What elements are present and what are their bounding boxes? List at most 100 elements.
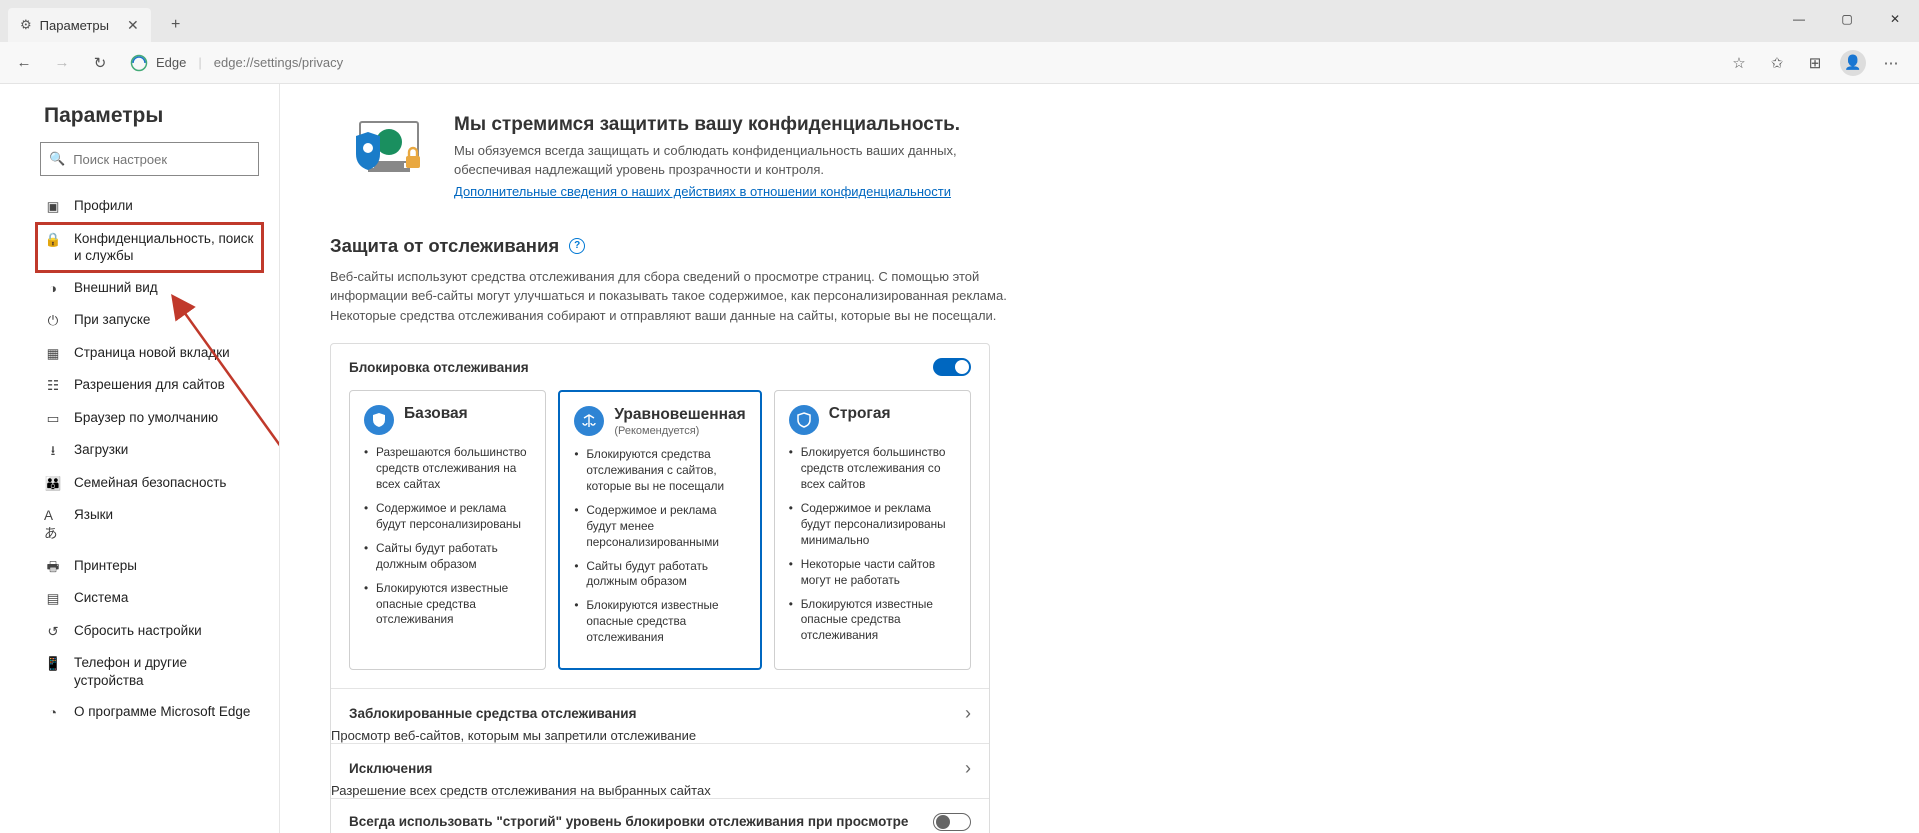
card-bullet: Блокируется большинство средств отслежив…	[789, 445, 956, 493]
balance-icon	[574, 406, 604, 436]
card-subtitle: (Рекомендуется)	[614, 425, 745, 437]
profile-avatar[interactable]: 👤	[1835, 45, 1871, 81]
privacy-intro: Мы стремимся защитить вашу конфиденциаль…	[330, 114, 1869, 199]
row-title: Заблокированные средства отслеживания	[349, 706, 636, 721]
sidebar-item-printers[interactable]: 🖶 Принтеры	[36, 550, 263, 583]
refresh-button[interactable]: ↻	[82, 45, 118, 81]
row-title: Исключения	[349, 761, 432, 776]
tracking-section-desc: Веб-сайты используют средства отслеживан…	[330, 267, 1010, 326]
close-tab-icon[interactable]: ✕	[127, 17, 139, 34]
card-bullet: Некоторые части сайтов могут не работать	[789, 557, 956, 589]
sidebar-item-languages[interactable]: Aあ Языки	[36, 499, 263, 549]
card-bullet: Блокируются известные опасные средства о…	[364, 581, 531, 629]
strict-inprivate-row: Всегда использовать "строгий" уровень бл…	[331, 798, 989, 833]
sidebar-item-system[interactable]: ▤ Система	[36, 582, 263, 615]
profile-icon: ▣	[44, 198, 62, 216]
settings-search[interactable]: 🔍	[40, 142, 259, 176]
sidebar-item-startup[interactable]: ⏻ При запуске	[36, 304, 263, 337]
appearance-icon: ◑	[44, 280, 62, 298]
new-tab-button[interactable]: +	[159, 8, 193, 42]
more-menu-button[interactable]: ⋯	[1873, 45, 1909, 81]
sidebar-item-label: При запуске	[74, 311, 150, 329]
minimize-button[interactable]: —	[1775, 0, 1823, 38]
sidebar-item-label: Разрешения для сайтов	[74, 376, 225, 394]
edge-small-icon: ◔	[44, 704, 62, 722]
sidebar-item-label: Семейная безопасность	[74, 474, 226, 492]
favorites-icon[interactable]: ✩	[1759, 45, 1795, 81]
intro-desc: Мы обязуемся всегда защищать и соблюдать…	[454, 142, 1014, 180]
sidebar-item-default-browser[interactable]: ▭ Браузер по умолчанию	[36, 402, 263, 435]
row-text: Всегда использовать "строгий" уровень бл…	[349, 813, 909, 833]
permissions-icon: ☷	[44, 377, 62, 395]
sidebar-item-newtab[interactable]: ▦ Страница новой вкладки	[36, 337, 263, 370]
download-icon: ⭳	[44, 442, 62, 460]
card-bullet: Сайты будут работать должным образом	[364, 541, 531, 573]
tracking-card-strict[interactable]: Строгая Блокируется большинство средств …	[774, 390, 971, 670]
tab-title: Параметры	[40, 18, 109, 33]
sidebar-item-label: Загрузки	[74, 441, 128, 459]
close-window-button[interactable]: ✕	[1871, 0, 1919, 38]
language-icon: Aあ	[44, 507, 62, 542]
tracking-toggle[interactable]	[933, 358, 971, 376]
sidebar-item-label: Страница новой вкладки	[74, 344, 230, 362]
card-bullet: Сайты будут работать должным образом	[574, 559, 745, 591]
card-bullets: Блокируется большинство средств отслежив…	[789, 445, 956, 644]
card-bullets: Блокируются средства отслеживания с сайт…	[574, 447, 745, 646]
sidebar-item-label: Профили	[74, 197, 133, 215]
sidebar-item-label: Принтеры	[74, 557, 137, 575]
address-bar[interactable]: Edge | edge://settings/privacy	[120, 48, 1719, 78]
collections-icon[interactable]: ⊞	[1797, 45, 1833, 81]
card-bullets: Разрешаются большинство средств отслежив…	[364, 445, 531, 628]
tracking-card-balanced[interactable]: Уравновешенная (Рекомендуется) Блокируют…	[558, 390, 761, 670]
tracking-section-title: Защита от отслеживания	[330, 235, 559, 257]
sidebar-item-label: О программе Microsoft Edge	[74, 703, 250, 721]
card-bullet: Блокируются известные опасные средства о…	[789, 597, 956, 645]
intro-title: Мы стремимся защитить вашу конфиденциаль…	[454, 114, 1014, 136]
maximize-button[interactable]: ▢	[1823, 0, 1871, 38]
card-bullet: Блокируются известные опасные средства о…	[574, 598, 745, 646]
sidebar-item-family[interactable]: 👪 Семейная безопасность	[36, 467, 263, 500]
tracking-box: Блокировка отслеживания Базовая	[330, 343, 990, 833]
printer-icon: 🖶	[44, 558, 62, 576]
sidebar-item-reset[interactable]: ↺ Сбросить настройки	[36, 615, 263, 648]
sidebar-item-phone[interactable]: 📱 Телефон и другие устройства	[36, 647, 263, 696]
card-bullet: Содержимое и реклама будут менее персона…	[574, 503, 745, 551]
edge-icon	[130, 54, 148, 72]
card-bullet: Разрешаются большинство средств отслежив…	[364, 445, 531, 493]
forward-button[interactable]: →	[44, 45, 80, 81]
site-identity-label: Edge	[156, 55, 186, 70]
sidebar-item-site-permissions[interactable]: ☷ Разрешения для сайтов	[36, 369, 263, 402]
strict-inprivate-toggle[interactable]	[933, 813, 971, 831]
chevron-right-icon: ›	[965, 703, 971, 724]
sidebar-item-appearance[interactable]: ◑ Внешний вид	[36, 272, 263, 305]
gear-icon: ⚙	[20, 17, 32, 33]
settings-sidebar: Параметры 🔍 ▣ Профили 🔒 Конфиденциальнос…	[0, 84, 280, 833]
info-icon[interactable]: ?	[569, 238, 585, 254]
sidebar-item-privacy[interactable]: 🔒 Конфиденциальность, поиск и службы	[36, 223, 263, 272]
exceptions-row[interactable]: Исключения ›	[331, 743, 989, 783]
search-input[interactable]	[73, 152, 250, 167]
sidebar-item-label: Внешний вид	[74, 279, 158, 297]
sidebar-item-downloads[interactable]: ⭳ Загрузки	[36, 434, 263, 467]
blocked-trackers-row[interactable]: Заблокированные средства отслеживания ›	[331, 688, 989, 728]
intro-learn-more-link[interactable]: Дополнительные сведения о наших действия…	[454, 184, 951, 199]
sidebar-item-label: Система	[74, 589, 128, 607]
basic-shield-icon	[364, 405, 394, 435]
settings-content: Мы стремимся защитить вашу конфиденциаль…	[280, 84, 1919, 833]
system-icon: ▤	[44, 590, 62, 608]
back-button[interactable]: ←	[6, 45, 42, 81]
grid-icon: ▦	[44, 345, 62, 363]
favorite-star-icon[interactable]: ☆	[1721, 45, 1757, 81]
sidebar-nav: ▣ Профили 🔒 Конфиденциальность, поиск и …	[36, 190, 263, 729]
card-bullet: Блокируются средства отслеживания с сайт…	[574, 447, 745, 495]
browser-tab[interactable]: ⚙ Параметры ✕	[8, 8, 151, 42]
sidebar-item-about[interactable]: ◔ О программе Microsoft Edge	[36, 696, 263, 729]
card-title: Строгая	[829, 405, 891, 423]
lock-icon: 🔒	[44, 231, 62, 249]
address-divider: |	[198, 55, 201, 70]
sidebar-item-profiles[interactable]: ▣ Профили	[36, 190, 263, 223]
reset-icon: ↺	[44, 623, 62, 641]
tracking-card-basic[interactable]: Базовая Разрешаются большинство средств …	[349, 390, 546, 670]
row-subtitle: Разрешение всех средств отслеживания на …	[331, 783, 989, 798]
window-titlebar: ⚙ Параметры ✕ + — ▢ ✕	[0, 0, 1919, 42]
